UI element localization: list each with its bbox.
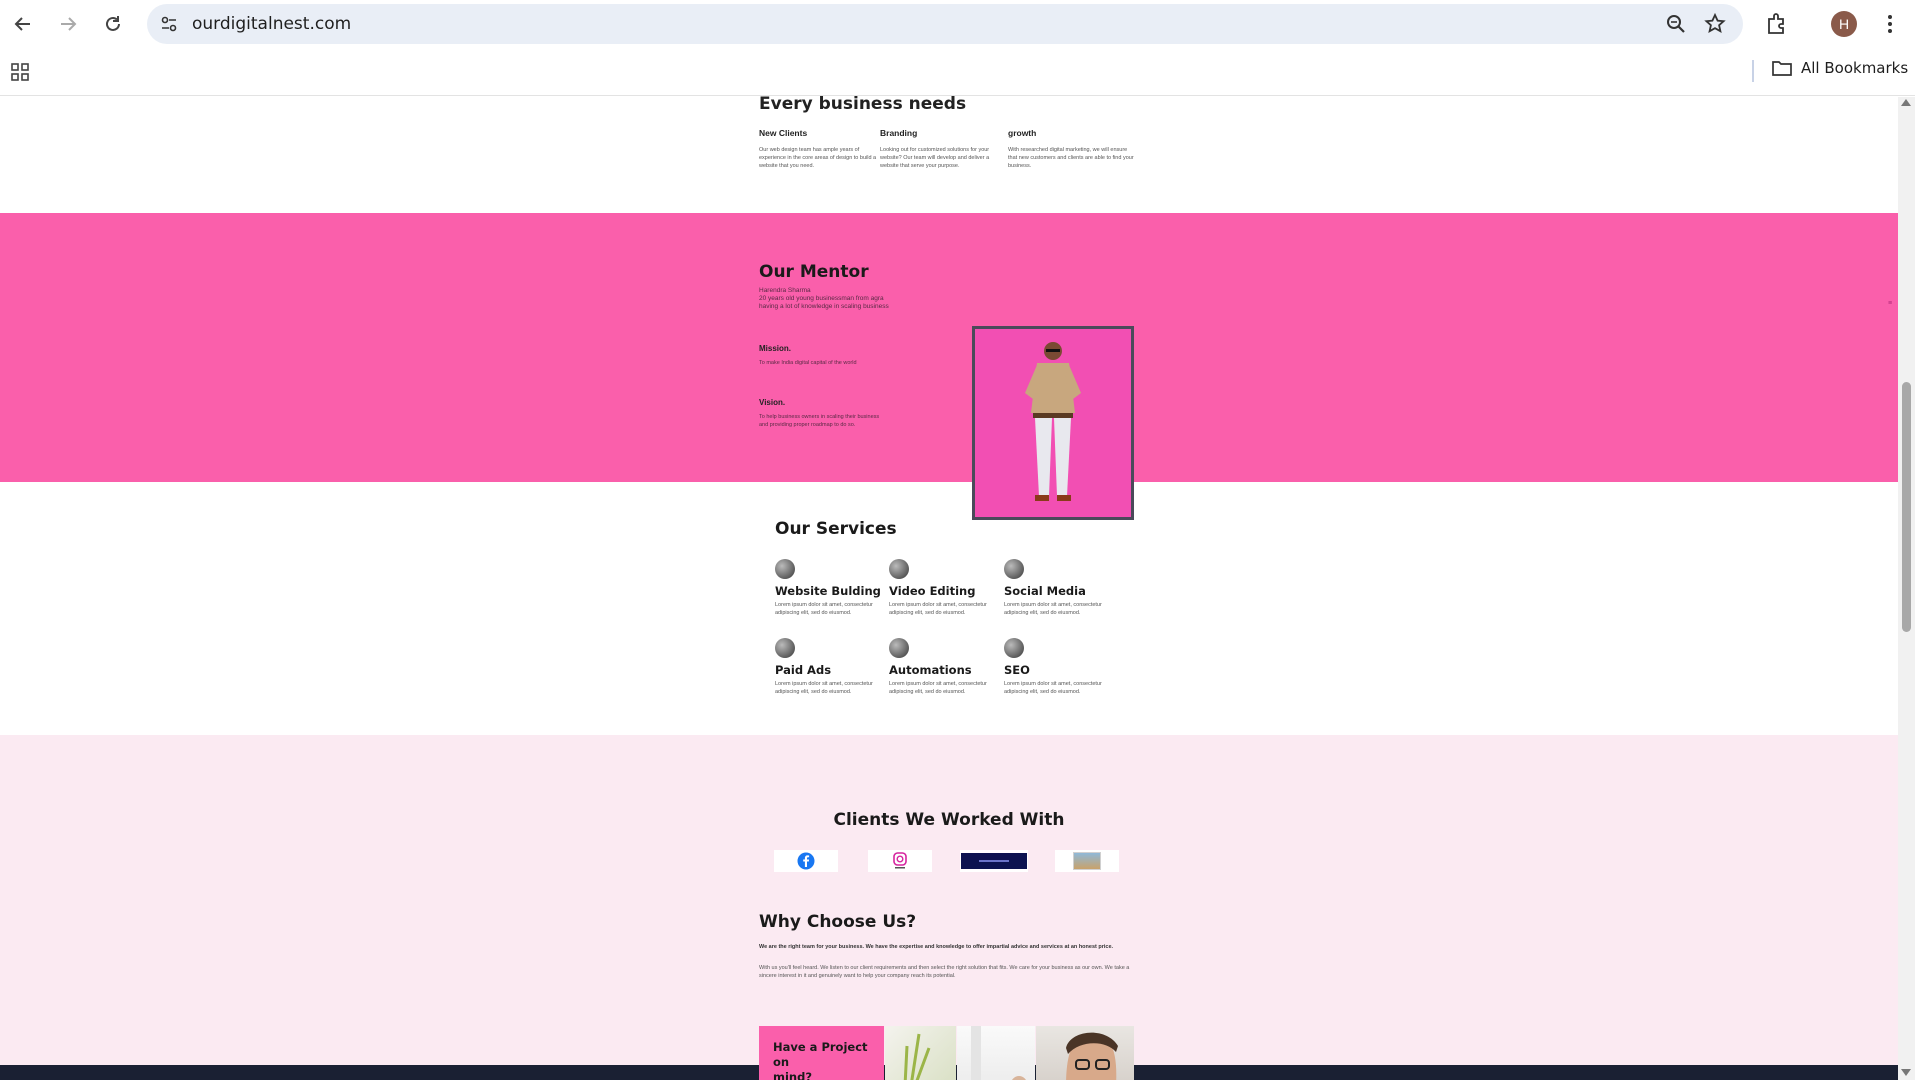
room-image: [971, 1026, 1026, 1080]
why-paragraph-2: With us you'll feel heard. We listen to …: [759, 965, 1130, 979]
person-glasses-image: [1066, 1032, 1118, 1080]
facebook-logo-icon: [797, 852, 815, 870]
needs-item-title: growth: [1008, 128, 1037, 138]
client-logo-instagram: [868, 850, 932, 872]
why-title: Why Choose Us?: [759, 912, 917, 932]
service-seo: SEO Lorem ipsum dolor sit amet, consecte…: [1004, 638, 1114, 696]
service-text: Lorem ipsum dolor sit amet, consectetur …: [775, 681, 873, 695]
service-social-media: Social Media Lorem ipsum dolor sit amet,…: [1004, 559, 1114, 617]
page-viewport: Every business needs New Clients Our web…: [0, 0, 1898, 1080]
service-text: Lorem ipsum dolor sit amet, consectetur …: [775, 602, 873, 616]
project-cta-text: Have a Project on mind?: [773, 1040, 884, 1080]
page-scrollbar[interactable]: [1898, 97, 1915, 1080]
scroll-down-arrow-icon[interactable]: [1901, 1069, 1911, 1076]
client-logo-photo: [1055, 850, 1119, 872]
automations-icon: [889, 638, 909, 658]
service-title: Social Media: [1004, 584, 1086, 598]
service-title: Website Bulding: [775, 584, 881, 598]
mentor-figure-image: [1025, 342, 1081, 501]
why-paragraph-1: We are the right team for your business.…: [759, 944, 1114, 950]
client-logo-dark-brand: [960, 850, 1028, 872]
service-website-building: Website Bulding Lorem ipsum dolor sit am…: [775, 559, 885, 617]
service-video-editing: Video Editing Lorem ipsum dolor sit amet…: [889, 559, 999, 617]
mentor-title: Our Mentor: [759, 262, 869, 282]
project-line-2: mind?: [773, 1070, 813, 1080]
needs-title: Every business needs: [759, 94, 967, 114]
needs-item-text: Looking out for customized solutions for…: [880, 147, 990, 169]
service-text: Lorem ipsum dolor sit amet, consectetur …: [1004, 602, 1102, 616]
mission-text: To make India digital capital of the wor…: [759, 360, 857, 366]
mentor-name: Harendra Sharma: [759, 287, 811, 294]
social-media-icon: [1004, 559, 1024, 579]
project-image-room: [957, 1026, 1035, 1080]
needs-item-title: New Clients: [759, 128, 808, 138]
needs-item-text: Our web design team has ample years of e…: [759, 147, 877, 169]
project-line-1: Have a Project on: [773, 1040, 868, 1069]
service-automations: Automations Lorem ipsum dolor sit amet, …: [889, 638, 999, 696]
instagram-logo-icon: [893, 852, 907, 869]
scroll-thumb[interactable]: [1902, 382, 1911, 632]
mentor-description: Harendra Sharma 20 years old young busin…: [759, 287, 939, 311]
paid-ads-icon: [775, 638, 795, 658]
service-title: Automations: [889, 663, 972, 677]
photo-logo-icon: [1073, 852, 1101, 870]
project-image-person: [1036, 1026, 1134, 1080]
plant-image: [903, 1033, 931, 1080]
dark-brand-logo-icon: [961, 853, 1027, 869]
vision-text: To help business owners in scaling their…: [759, 414, 880, 428]
video-editing-icon: [889, 559, 909, 579]
clients-section: [0, 735, 1898, 1065]
mentor-line-3: having a lot of knowledge in scaling bus…: [759, 303, 889, 310]
service-title: Video Editing: [889, 584, 976, 598]
services-title: Our Services: [775, 519, 897, 539]
website-building-icon: [775, 559, 795, 579]
mentor-section: [0, 213, 1898, 482]
service-title: SEO: [1004, 663, 1030, 677]
seo-icon: [1004, 638, 1024, 658]
client-logo-facebook: [774, 850, 838, 872]
project-cta[interactable]: Have a Project on mind?: [759, 1026, 884, 1080]
needs-item-title: Branding: [880, 128, 918, 138]
service-text: Lorem ipsum dolor sit amet, consectetur …: [1004, 681, 1102, 695]
side-widget-icon[interactable]: ≡: [1888, 300, 1892, 307]
vision-title: Vision.: [759, 398, 786, 407]
needs-item-branding: Branding Looking out for customized solu…: [880, 128, 1000, 170]
needs-item-text: With researched digital marketing, we wi…: [1008, 147, 1134, 169]
service-title: Paid Ads: [775, 663, 832, 677]
mentor-photo: [972, 326, 1134, 520]
service-paid-ads: Paid Ads Lorem ipsum dolor sit amet, con…: [775, 638, 885, 696]
mission-title: Mission.: [759, 344, 792, 353]
mentor-line-2: 20 years old young businessman from agra: [759, 295, 884, 302]
scroll-up-arrow-icon[interactable]: [1901, 99, 1911, 106]
service-text: Lorem ipsum dolor sit amet, consectetur …: [889, 681, 987, 695]
needs-item-growth: growth With researched digital marketing…: [1008, 128, 1136, 170]
project-image-plant: [885, 1026, 956, 1080]
service-text: Lorem ipsum dolor sit amet, consectetur …: [889, 602, 987, 616]
needs-item-new-clients: New Clients Our web design team has ampl…: [759, 128, 879, 170]
clients-title: Clients We Worked With: [833, 810, 1065, 830]
